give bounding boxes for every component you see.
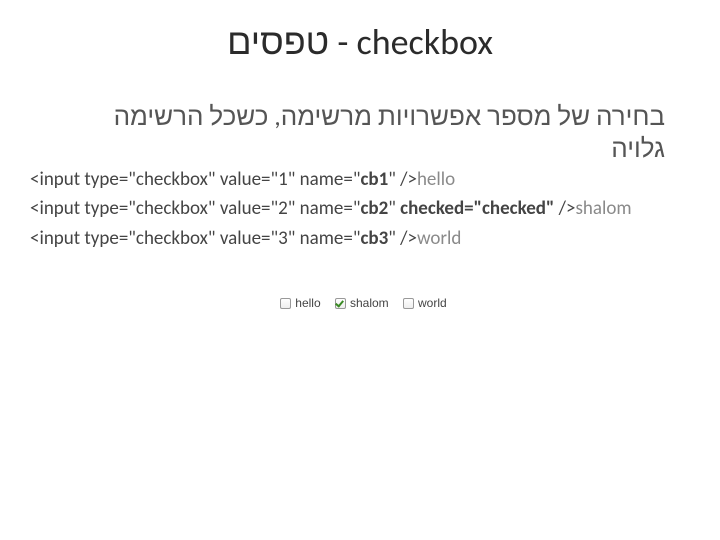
slide-subtitle: בחירה של מספר אפשרויות מרשימה, כשכל הרשי…: [0, 100, 720, 164]
slide-title: טפסים - checkbox: [0, 20, 720, 64]
code-bold-checked: checked="checked": [400, 197, 554, 220]
code-after-text: hello: [417, 168, 455, 191]
code-bold: cb2: [360, 197, 388, 220]
slide: טפסים - checkbox בחירה של מספר אפשרויות …: [0, 0, 720, 540]
checkbox-label: shalom: [350, 296, 389, 310]
code-line-2: <input type="checkbox" value="2" name="c…: [30, 194, 690, 223]
code-after-text: world: [417, 227, 461, 250]
code-line-3: <input type="checkbox" value="3" name="c…: [30, 224, 690, 253]
code-text: <input type="checkbox" value="3" name=": [30, 227, 360, 250]
code-text: />: [554, 197, 575, 220]
code-text: <input type="checkbox" value="2" name=": [30, 197, 360, 220]
demo-inner: hello shalom world: [271, 296, 448, 310]
checkbox-shalom[interactable]: [335, 298, 346, 309]
demo-row: hello shalom world: [0, 293, 720, 312]
checkbox-world[interactable]: [403, 298, 414, 309]
code-text: " />: [388, 168, 417, 191]
code-line-1: <input type="checkbox" value="1" name="c…: [30, 165, 690, 194]
code-text: " />: [388, 227, 417, 250]
code-after-text: shalom: [575, 197, 631, 220]
checkbox-label: world: [418, 296, 447, 310]
checkbox-label: hello: [295, 296, 320, 310]
code-bold: cb3: [360, 227, 388, 250]
code-text: <input type="checkbox" value="1" name=": [30, 168, 360, 191]
code-text: ": [388, 197, 400, 220]
code-bold: cb1: [360, 168, 388, 191]
checkbox-hello[interactable]: [280, 298, 291, 309]
code-block: <input type="checkbox" value="1" name="c…: [30, 165, 690, 253]
